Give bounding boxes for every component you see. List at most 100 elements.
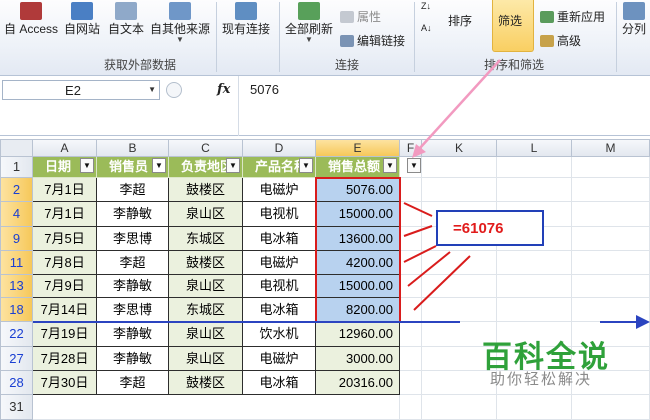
properties-button[interactable]: 属性 [340,8,381,25]
table-cell[interactable]: 泉山区 [169,322,243,347]
table-header-cell[interactable]: 负责地区 ▼ [169,157,243,178]
table-cell[interactable]: 鼓楼区 [169,251,243,275]
formula-input[interactable]: 5076 [250,82,279,97]
chevron-down-icon[interactable]: ▼ [148,85,156,94]
row-header-27[interactable]: 27 [0,347,33,371]
table-cell[interactable]: 东城区 [169,227,243,251]
table-header-cell[interactable]: 销售总额 ▼ [316,157,400,178]
row-header-1[interactable]: 1 [0,157,33,178]
column-header-C[interactable]: C [169,139,243,157]
table-cell[interactable]: 3000.00 [316,347,400,371]
table-cell[interactable]: 电磁炉 [243,347,316,371]
table-cell[interactable]: 李超 [97,371,169,395]
name-box[interactable]: E2 ▼ [2,80,160,100]
table-cell[interactable]: 李思博 [97,298,169,322]
ribbon: 自 Access 自网站 自文本 自其他来源 ▼ 获取外部数据 现有连接 全部刷… [0,0,650,76]
refresh-all-button[interactable]: 全部刷新 ▼ [285,2,333,44]
table-cell[interactable]: 电冰箱 [243,371,316,395]
from-web-button[interactable]: 自网站 [64,2,100,36]
filter-active-icon[interactable]: ▼ [152,158,166,173]
row-header-31[interactable]: 31 [0,395,33,420]
insert-function-icon[interactable]: fx [217,82,230,97]
row-header-4[interactable]: 4 [0,202,33,227]
table-cell[interactable]: 4200.00 [316,251,400,275]
table-cell[interactable]: 李静敏 [97,202,169,227]
filter-dropdown-button[interactable]: ▼ [226,158,240,173]
column-header-D[interactable]: D [243,139,316,157]
table-cell[interactable]: 7月8日 [33,251,97,275]
table-header-cell[interactable]: 日期 ▼ [33,157,97,178]
filter-dropdown-button[interactable]: ▼ [407,158,421,173]
table-cell[interactable]: 20316.00 [316,371,400,395]
table-cell[interactable]: 电冰箱 [243,227,316,251]
column-header-K[interactable]: K [422,139,497,157]
table-cell[interactable]: 7月30日 [33,371,97,395]
table-cell[interactable]: 电视机 [243,202,316,227]
row-header-9[interactable]: 9 [0,227,33,251]
filter-dropdown-button[interactable]: ▼ [299,158,313,173]
table-cell[interactable]: 13600.00 [316,227,400,251]
table-cell[interactable]: 7月1日 [33,202,97,227]
table-cell[interactable]: 李思博 [97,227,169,251]
table-cell[interactable]: 李静敏 [97,275,169,298]
table-cell[interactable]: 李超 [97,251,169,275]
table-cell[interactable]: 李超 [97,178,169,202]
sort-button[interactable]: 排序 [448,14,472,28]
table-cell[interactable]: 泉山区 [169,275,243,298]
table-header-cell[interactable]: 销售员 ▼ [97,157,169,178]
table-cell[interactable]: 鼓楼区 [169,371,243,395]
table-cell[interactable]: 李静敏 [97,347,169,371]
from-text-button[interactable]: 自文本 [108,2,144,36]
from-other-sources-button[interactable]: 自其他来源 ▼ [150,2,210,44]
advanced-filter-button[interactable]: 高级 [540,32,581,49]
connections-icon [235,2,257,20]
table-cell[interactable]: 15000.00 [316,275,400,298]
column-header-F[interactable]: F [400,139,422,157]
column-header-A[interactable]: A [33,139,97,157]
column-header-E[interactable]: E [316,139,400,157]
row-header-11[interactable]: 11 [0,251,33,275]
table-cell[interactable]: 7月14日 [33,298,97,322]
table-cell[interactable]: 7月19日 [33,322,97,347]
existing-connections-button[interactable]: 现有连接 [222,2,270,36]
table-cell[interactable]: 鼓楼区 [169,178,243,202]
formula-bar-resize-handle[interactable] [166,82,182,98]
table-cell[interactable]: 8200.00 [316,298,400,322]
from-access-button[interactable]: 自 Access [4,2,58,36]
column-header-B[interactable]: B [97,139,169,157]
edit-links-button[interactable]: 编辑链接 [340,32,405,49]
sort-ascending-button[interactable]: Z↓ [421,2,431,11]
table-cell[interactable]: 7月5日 [33,227,97,251]
select-all-corner[interactable] [0,139,33,157]
table-cell[interactable]: 电磁炉 [243,251,316,275]
table-cell[interactable]: 李静敏 [97,322,169,347]
table-cell[interactable]: 12960.00 [316,322,400,347]
table-header-label: 日期 [45,159,72,174]
table-cell[interactable]: 泉山区 [169,347,243,371]
reapply-button[interactable]: 重新应用 [540,8,605,25]
table-cell[interactable]: 7月28日 [33,347,97,371]
table-cell[interactable]: 泉山区 [169,202,243,227]
table-cell[interactable]: 饮水机 [243,322,316,347]
table-header-cell[interactable]: 产品名称 ▼ [243,157,316,178]
table-cell[interactable]: 电磁炉 [243,178,316,202]
table-cell[interactable]: 7月9日 [33,275,97,298]
filter-dropdown-button[interactable]: ▼ [383,158,397,173]
table-cell[interactable]: 电视机 [243,275,316,298]
row-header-2[interactable]: 2 [0,178,33,202]
filter-button[interactable]: 筛选 [498,14,522,28]
row-header-28[interactable]: 28 [0,371,33,395]
table-cell[interactable]: 15000.00 [316,202,400,227]
column-header-M[interactable]: M [572,139,650,157]
filter-dropdown-button[interactable]: ▼ [80,158,94,173]
row-header-18[interactable]: 18 [0,298,33,322]
column-header-L[interactable]: L [497,139,572,157]
table-cell[interactable]: 电冰箱 [243,298,316,322]
row-header-22[interactable]: 22 [0,322,33,347]
table-cell[interactable]: 7月1日 [33,178,97,202]
sort-descending-button[interactable]: A↓ [421,24,432,33]
table-cell[interactable]: 5076.00 [316,178,400,202]
row-header-13[interactable]: 13 [0,275,33,298]
text-to-columns-button[interactable]: 分列 [622,2,646,36]
table-cell[interactable]: 东城区 [169,298,243,322]
